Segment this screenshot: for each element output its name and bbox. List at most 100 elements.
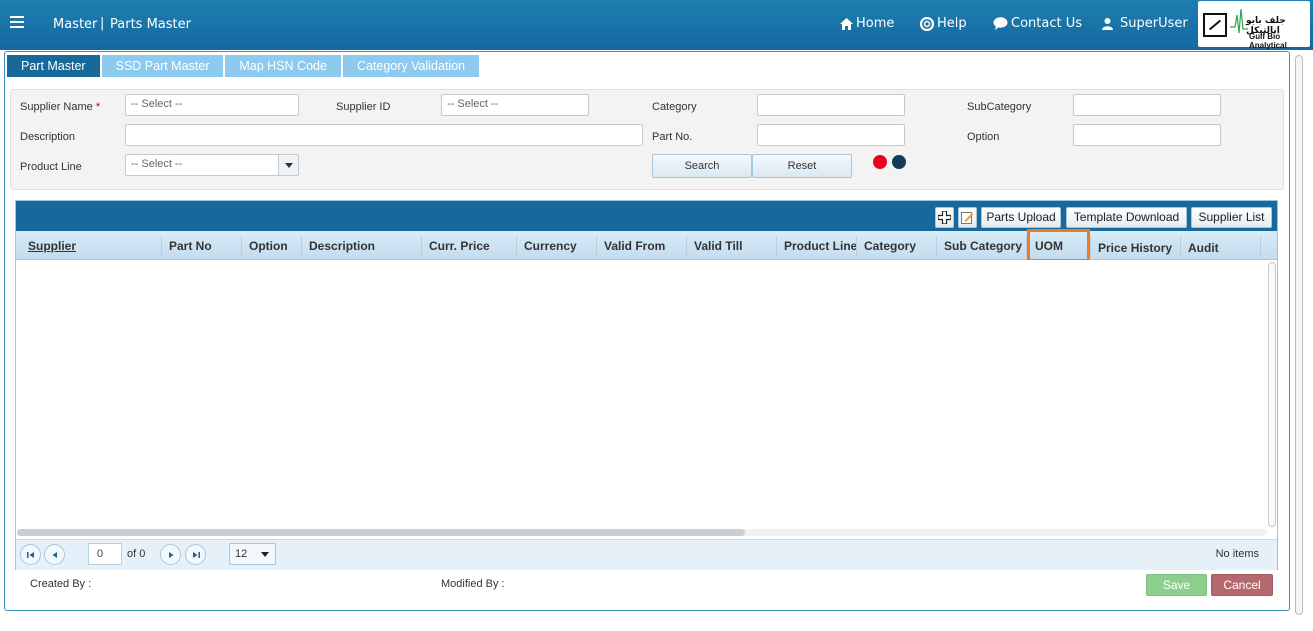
breadcrumb-module[interactable]: Master — [53, 17, 97, 32]
column-header-audit[interactable]: Audit — [1188, 241, 1219, 255]
previous-page-button[interactable] — [44, 544, 65, 565]
column-divider[interactable] — [301, 236, 302, 258]
subcategory-input[interactable] — [1073, 94, 1221, 116]
grid-horizontal-scrollbar[interactable] — [17, 529, 1267, 536]
supplier-name-select[interactable]: -- Select -- — [125, 94, 299, 116]
logo-english-text: Gulf Bio Analytical — [1249, 32, 1287, 50]
column-divider[interactable] — [161, 236, 162, 258]
nav-contact-label: Contact Us — [1011, 16, 1082, 31]
last-page-button[interactable] — [185, 544, 206, 565]
product-line-label: Product Line — [20, 161, 82, 173]
subcategory-label: SubCategory — [967, 101, 1032, 113]
template-download-button[interactable]: Template Download — [1066, 207, 1187, 228]
column-divider[interactable] — [421, 236, 422, 258]
parts-upload-button[interactable]: Parts Upload — [981, 207, 1061, 228]
column-header-currency[interactable]: Currency — [524, 239, 577, 253]
edit-icon — [961, 212, 974, 224]
scrollbar-thumb[interactable] — [17, 529, 745, 536]
cancel-button[interactable]: Cancel — [1211, 574, 1273, 596]
tab-bar: Part Master SSD Part Master Map HSN Code… — [7, 55, 480, 77]
column-divider[interactable] — [516, 236, 517, 258]
option-input[interactable] — [1073, 124, 1221, 146]
page-count-text: of 0 — [127, 548, 146, 560]
pager-status-text: No items — [1215, 548, 1259, 560]
uom-highlight — [1027, 229, 1090, 262]
add-button[interactable] — [935, 207, 954, 228]
column-divider[interactable] — [856, 236, 857, 258]
reset-button[interactable]: Reset — [752, 154, 852, 178]
chat-icon — [993, 17, 1008, 30]
tab-ssd-part-master[interactable]: SSD Part Master — [101, 55, 224, 77]
breadcrumb-page: Parts Master — [110, 17, 191, 32]
column-header-category[interactable]: Category — [864, 239, 916, 253]
column-divider[interactable] — [241, 236, 242, 258]
page-size-select[interactable]: 12 — [229, 543, 276, 565]
tab-map-hsn-code[interactable]: Map HSN Code — [225, 55, 341, 77]
top-bar: Master | Parts Master Home Help Contact … — [0, 0, 1313, 50]
tab-category-validation[interactable]: Category Validation — [342, 55, 480, 77]
supplier-id-select[interactable]: -- Select -- — [441, 94, 589, 116]
previous-page-icon — [52, 552, 57, 558]
edit-button[interactable] — [958, 207, 977, 228]
last-page-icon — [193, 552, 200, 558]
first-page-icon — [27, 552, 34, 558]
supplier-list-button[interactable]: Supplier List — [1191, 207, 1272, 228]
filter-panel: Supplier Name * -- Select -- Supplier ID… — [10, 89, 1284, 190]
breadcrumb-separator: | — [100, 16, 105, 31]
column-header-product-line[interactable]: Product Line — [784, 239, 857, 253]
required-marker: * — [95, 101, 101, 113]
column-header-valid-till[interactable]: Valid Till — [694, 239, 742, 253]
column-header-option[interactable]: Option — [249, 239, 288, 253]
category-label: Category — [652, 101, 697, 113]
column-divider[interactable] — [1180, 236, 1181, 258]
logo-mark-icon — [1203, 13, 1227, 37]
column-divider[interactable] — [776, 236, 777, 258]
first-page-button[interactable] — [20, 544, 41, 565]
nav-home[interactable]: Home — [840, 16, 894, 31]
created-by-label: Created By : — [30, 578, 92, 590]
column-divider[interactable] — [936, 236, 937, 258]
grid-toolbar: Parts Upload Template Download Supplier … — [16, 201, 1277, 231]
home-icon — [840, 17, 853, 30]
search-button[interactable]: Search — [652, 154, 752, 178]
part-no-input[interactable] — [757, 124, 905, 146]
column-header-curr-price[interactable]: Curr. Price — [429, 239, 490, 253]
nav-user[interactable]: SuperUser — [1102, 16, 1188, 31]
column-header-price-history[interactable]: Price History — [1098, 241, 1172, 255]
column-header-supplier[interactable]: Supplier — [28, 239, 76, 253]
option-label: Option — [967, 131, 1000, 143]
product-line-select[interactable]: -- Select -- — [125, 154, 299, 176]
column-header-part-no[interactable]: Part No — [169, 239, 212, 253]
nav-contact[interactable]: Contact Us — [993, 16, 1082, 31]
column-header-sub-category[interactable]: Sub Category — [944, 239, 1022, 253]
menu-icon[interactable] — [10, 16, 24, 30]
page-scrollbar[interactable] — [1295, 55, 1303, 615]
nav-help-label: Help — [937, 16, 967, 31]
grid-body — [16, 260, 1277, 530]
column-header-valid-from[interactable]: Valid From — [604, 239, 665, 253]
nav-help[interactable]: Help — [920, 16, 967, 31]
grid-vertical-scrollbar[interactable] — [1268, 262, 1276, 527]
description-input[interactable] — [125, 124, 643, 146]
parts-grid: Parts Upload Template Download Supplier … — [15, 200, 1278, 570]
column-header-description[interactable]: Description — [309, 239, 375, 253]
status-dot-red[interactable] — [873, 155, 887, 169]
column-divider[interactable] — [1090, 236, 1091, 258]
next-page-icon — [169, 552, 174, 558]
column-divider[interactable] — [596, 236, 597, 258]
supplier-name-label: Supplier Name * — [20, 101, 101, 113]
page-number-input[interactable]: 0 — [88, 543, 122, 565]
save-button[interactable]: Save — [1146, 574, 1207, 596]
status-dot-navy[interactable] — [892, 155, 906, 169]
tab-part-master[interactable]: Part Master — [7, 55, 100, 77]
next-page-button[interactable] — [160, 544, 181, 565]
description-label: Description — [20, 131, 76, 143]
plus-icon — [937, 210, 952, 225]
column-divider[interactable] — [686, 236, 687, 258]
column-divider[interactable] — [1260, 236, 1261, 258]
chevron-down-icon[interactable] — [278, 155, 298, 175]
grid-pager: 0 of 0 12 No items — [16, 539, 1277, 570]
modified-by-label: Modified By : — [441, 578, 505, 590]
category-input[interactable] — [757, 94, 905, 116]
part-no-label: Part No. — [652, 131, 693, 143]
